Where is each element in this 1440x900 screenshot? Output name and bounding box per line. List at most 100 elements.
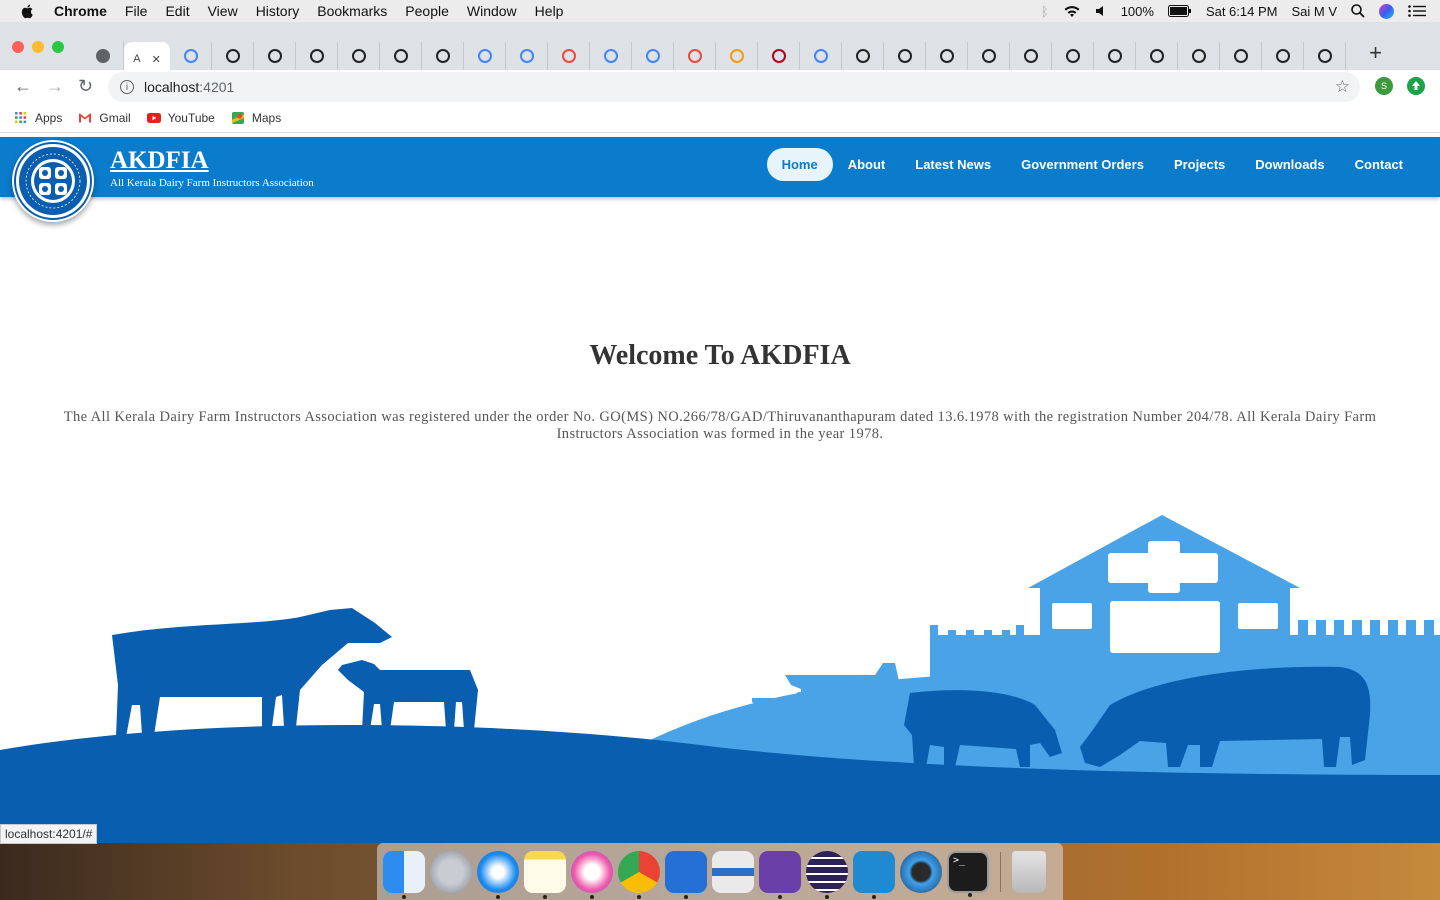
tab-favicon-icon [225,49,240,63]
safari-icon[interactable] [477,850,519,899]
notes-icon[interactable] [524,850,566,899]
terminal-icon[interactable]: >_ [947,850,989,897]
apple-icon[interactable] [20,3,36,19]
tab-favicon-icon [1275,49,1290,63]
notification-center-icon[interactable] [1408,5,1426,17]
browser-tab[interactable] [1094,42,1136,70]
browser-tab[interactable] [716,42,758,70]
close-tab-icon[interactable]: ✕ [152,53,161,66]
new-tab-button[interactable]: + [1369,40,1382,66]
nav-home[interactable]: Home [766,148,833,181]
minimize-window-button[interactable] [32,41,44,53]
browser-tab[interactable] [1220,42,1262,70]
browser-tab[interactable] [254,42,296,70]
extension-avatar-icon[interactable]: S [1375,77,1393,95]
bookmark-star-icon[interactable]: ☆ [1335,77,1350,97]
bluetooth-icon[interactable]: ᛒ [1041,4,1049,19]
browser-tab[interactable] [758,42,800,70]
siri-icon[interactable] [1379,3,1394,19]
finder-icon[interactable] [383,850,425,899]
visual-studio-icon[interactable] [759,850,801,899]
browser-tab[interactable] [590,42,632,70]
itunes-icon[interactable] [571,850,613,899]
reload-icon[interactable]: ↻ [78,76,93,97]
menubar-clock[interactable]: Sat 6:14 PM [1206,4,1278,19]
browser-tab[interactable] [82,42,124,70]
browser-tab[interactable] [422,42,464,70]
browser-tab[interactable] [380,42,422,70]
sourcetree-icon[interactable] [665,850,707,899]
back-arrow-icon[interactable]: ← [14,76,32,97]
bookmark-maps[interactable]: Maps [231,111,281,125]
url-port: :4201 [199,79,235,95]
browser-tab[interactable] [464,42,506,70]
browser-tab[interactable] [1262,42,1304,70]
browser-tab[interactable] [170,42,212,70]
browser-tab[interactable] [632,42,674,70]
menu-edit[interactable]: Edit [165,3,189,19]
nav-about[interactable]: About [833,148,901,181]
browser-tab[interactable] [926,42,968,70]
akdfia-logo[interactable] [12,140,94,222]
browser-tab[interactable] [842,42,884,70]
menu-help[interactable]: Help [535,3,564,19]
scanner-icon[interactable] [712,850,754,893]
bookmark-label: Apps [35,111,63,125]
trash-icon[interactable] [1012,850,1046,893]
bookmark-label: Maps [251,111,282,125]
standing-cows-icon [112,608,478,737]
browser-tab[interactable] [800,42,842,70]
browser-tab[interactable] [1010,42,1052,70]
maximize-window-button[interactable] [52,41,64,53]
brand-name[interactable]: AKDFIA [110,147,314,175]
menu-people[interactable]: People [405,3,449,19]
nav-government-orders[interactable]: Government Orders [1006,148,1159,181]
bookmark-apps[interactable]: Apps [14,111,62,125]
vscode-icon[interactable] [853,850,895,899]
menu-view[interactable]: View [208,3,238,19]
eclipse-icon[interactable] [806,850,848,899]
brand-block[interactable]: AKDFIA All Kerala Dairy Farm Instructors… [110,147,314,189]
browser-tab[interactable] [506,42,548,70]
menubar-user[interactable]: Sai M V [1291,4,1337,19]
menu-history[interactable]: History [256,3,300,19]
menu-window[interactable]: Window [467,3,517,19]
nav-projects[interactable]: Projects [1159,148,1240,181]
menu-file[interactable]: File [125,3,148,19]
browser-tab[interactable] [1178,42,1220,70]
browser-tab[interactable] [548,42,590,70]
site-info-icon[interactable]: i [120,80,134,94]
quicktime-icon[interactable] [900,850,942,893]
menu-app-name[interactable]: Chrome [54,3,107,19]
chrome-icon[interactable] [618,850,660,899]
gmail-icon [79,113,92,123]
bookmark-gmail[interactable]: Gmail [78,111,131,125]
browser-tab[interactable] [338,42,380,70]
menu-bookmarks[interactable]: Bookmarks [317,3,387,19]
forward-arrow-icon[interactable]: → [46,76,64,97]
tab-favicon-icon [351,49,366,63]
nav-contact[interactable]: Contact [1340,148,1418,181]
spotlight-search-icon[interactable] [1351,4,1365,18]
browser-tab[interactable] [1052,42,1094,70]
browser-tab[interactable] [1304,42,1346,70]
wifi-icon[interactable] [1063,4,1081,18]
address-url[interactable]: localhost:4201 [144,79,234,95]
browser-tab[interactable] [212,42,254,70]
launchpad-icon[interactable] [430,850,472,893]
nav-latest-news[interactable]: Latest News [900,148,1006,181]
tab-favicon-icon [1065,49,1080,63]
volume-icon[interactable] [1095,5,1107,17]
battery-icon[interactable] [1167,5,1192,17]
welcome-heading: Welcome To AKDFIA [589,340,851,371]
browser-tab[interactable] [296,42,338,70]
close-window-button[interactable] [12,41,24,53]
address-bar[interactable]: i localhost:4201 ☆ [108,72,1360,102]
browser-tab[interactable] [1136,42,1178,70]
update-extension-icon[interactable] [1407,77,1425,95]
browser-tab[interactable] [674,42,716,70]
nav-downloads[interactable]: Downloads [1240,148,1339,181]
bookmark-youtube[interactable]: YouTube [146,111,215,125]
browser-tab[interactable] [884,42,926,70]
browser-tab[interactable] [968,42,1010,70]
